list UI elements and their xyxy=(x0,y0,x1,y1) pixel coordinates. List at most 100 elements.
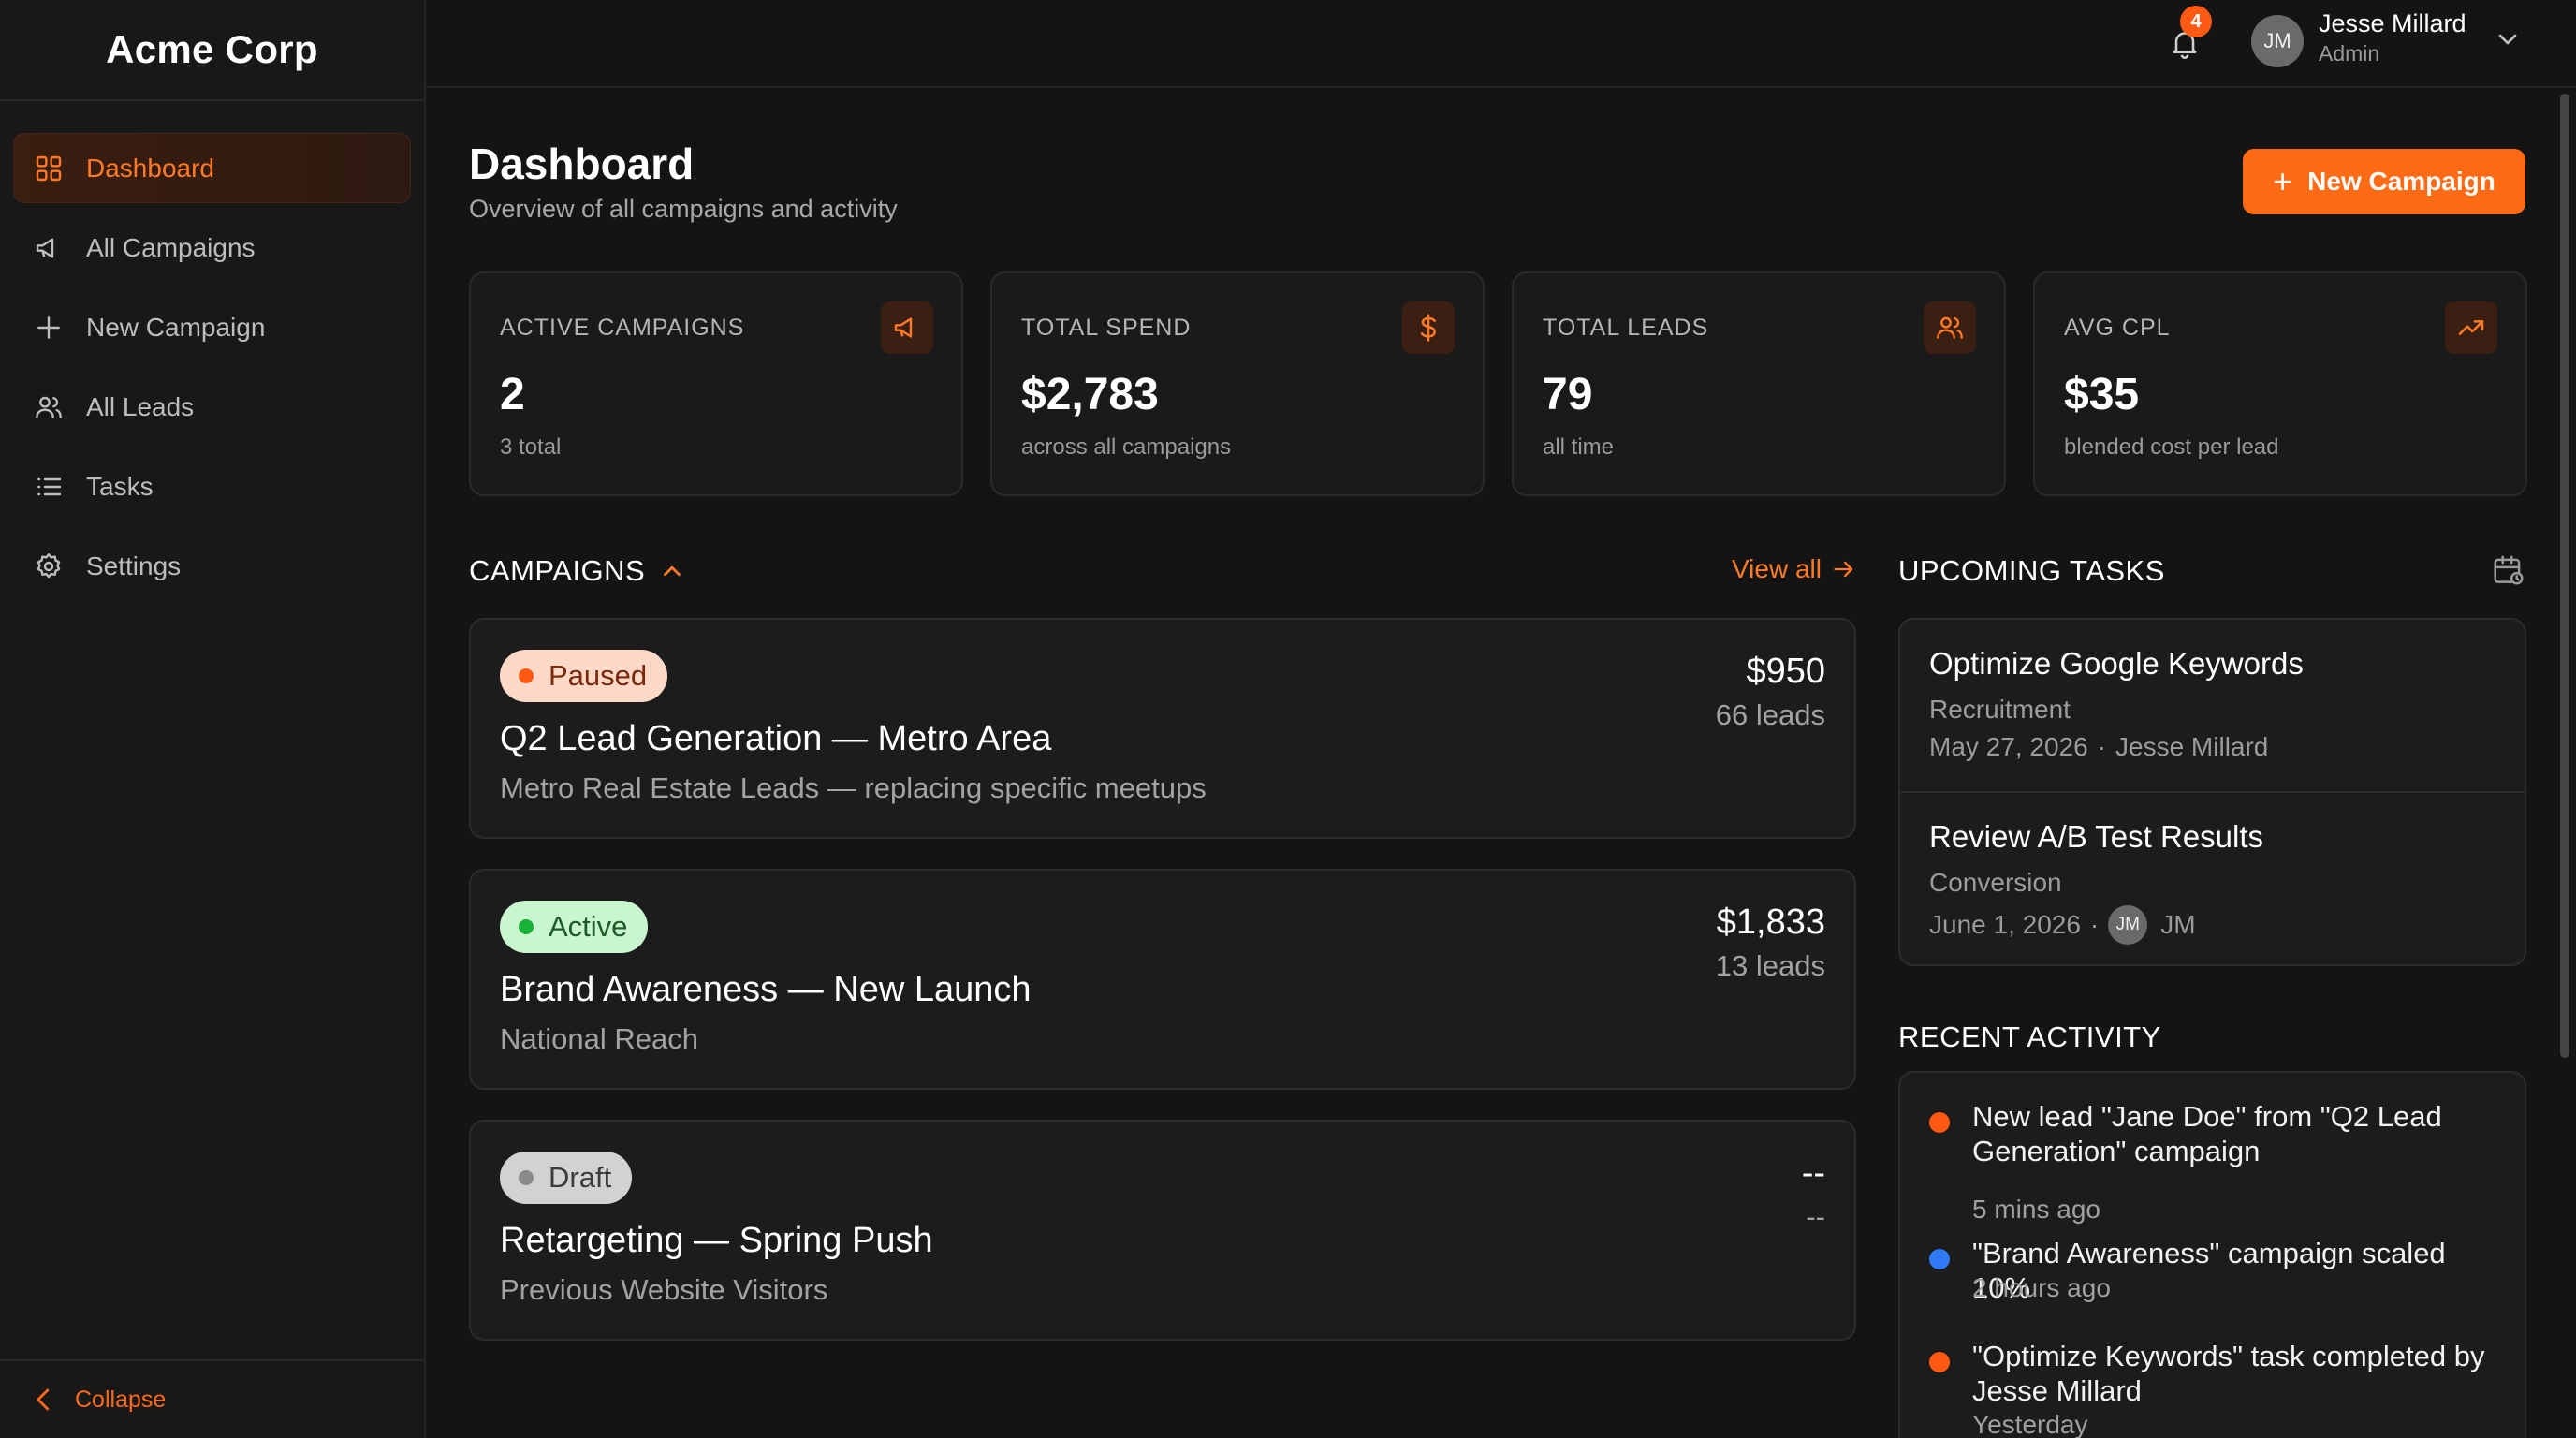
arrow-right-icon xyxy=(1834,561,1853,578)
collapse-button[interactable]: Collapse xyxy=(0,1359,424,1438)
stat-card-avg-cpl: AVG CPL $35 blended cost per lead xyxy=(2033,271,2527,496)
campaign-leads: -- xyxy=(1806,1200,1825,1233)
plus-icon xyxy=(32,311,66,345)
campaign-title: Retargeting — Spring Push xyxy=(500,1221,933,1260)
status-dot xyxy=(519,1170,534,1185)
campaign-description: Metro Real Estate Leads — replacing spec… xyxy=(500,771,1207,804)
user-name[interactable]: Jesse Millard xyxy=(2319,9,2466,38)
stat-label: ACTIVE CAMPAIGNS xyxy=(500,315,745,341)
task-separator: · xyxy=(2089,910,2100,939)
sidebar-item-settings[interactable]: Settings xyxy=(13,531,411,601)
activity-heading: RECENT ACTIVITY xyxy=(1898,1020,2161,1053)
activity-time: 2 hours ago xyxy=(1972,1273,2111,1302)
avatar[interactable]: JM xyxy=(2251,15,2304,67)
status-badge: Paused xyxy=(500,650,668,702)
sidebar-nav: Dashboard All Campaigns New Campaign All… xyxy=(0,101,424,601)
campaign-title: Brand Awareness — New Launch xyxy=(500,970,1032,1009)
dollar-icon xyxy=(1402,301,1455,354)
brand-logo[interactable]: Acme Corp xyxy=(0,0,424,101)
stat-label: TOTAL SPEND xyxy=(1021,315,1192,341)
campaigns-heading-label: CAMPAIGNS xyxy=(469,554,646,587)
stat-sub: 3 total xyxy=(500,434,562,460)
task-date: June 1, 2026 xyxy=(1929,910,2081,939)
megaphone-icon xyxy=(881,301,933,354)
new-campaign-label: New Campaign xyxy=(2307,167,2496,196)
sidebar-item-tasks[interactable]: Tasks xyxy=(13,451,411,521)
sidebar-item-dashboard[interactable]: Dashboard xyxy=(13,133,411,203)
tasks-card: Optimize Google Keywords Recruitment May… xyxy=(1898,618,2526,966)
campaign-spend: $1,833 xyxy=(1716,902,1825,942)
scrollbar[interactable] xyxy=(2560,94,2569,1058)
stat-value: $2,783 xyxy=(1021,370,1159,419)
main-content: Dashboard Overview of all campaigns and … xyxy=(426,88,2576,1438)
status-dot xyxy=(519,919,534,934)
stat-label: AVG CPL xyxy=(2064,315,2171,341)
campaign-description: Previous Website Visitors xyxy=(500,1273,828,1306)
status-label: Paused xyxy=(549,659,648,692)
campaign-title: Q2 Lead Generation — Metro Area xyxy=(500,719,1052,758)
task-assignee: Jesse Millard xyxy=(2115,732,2269,761)
activity-dot xyxy=(1929,1249,1950,1269)
plus-icon: + xyxy=(2273,162,2293,200)
activity-text: "Optimize Keywords" task completed by Je… xyxy=(1972,1340,2485,1407)
chevron-down-icon[interactable] xyxy=(2493,24,2523,54)
activity-dot xyxy=(1929,1112,1950,1133)
calendar-icon[interactable] xyxy=(2491,552,2526,588)
sidebar-item-label: All Leads xyxy=(86,391,195,421)
activity-dot xyxy=(1929,1352,1950,1372)
campaign-card[interactable]: Paused Q2 Lead Generation — Metro Area M… xyxy=(469,618,1856,839)
task-title: Optimize Google Keywords xyxy=(1929,646,2304,681)
campaign-description: National Reach xyxy=(500,1022,698,1055)
task-item[interactable]: Review A/B Test Results Conversion June … xyxy=(1900,791,2525,962)
collapse-label: Collapse xyxy=(75,1386,167,1413)
campaign-card[interactable]: Draft Retargeting — Spring Push Previous… xyxy=(469,1120,1856,1341)
sidebar-item-label: Settings xyxy=(86,550,182,580)
task-title: Review A/B Test Results xyxy=(1929,819,2264,854)
stat-label: TOTAL LEADS xyxy=(1543,315,1709,341)
task-item[interactable]: Optimize Google Keywords Recruitment May… xyxy=(1900,620,2525,791)
sidebar-item-label: Tasks xyxy=(86,471,154,501)
list-icon xyxy=(32,470,66,504)
activity-card: New lead "Jane Doe" from "Q2 Lead Genera… xyxy=(1898,1071,2526,1438)
task-meta: June 1, 2026 · JM JM xyxy=(1929,905,2196,945)
stat-card-active-campaigns: ACTIVE CAMPAIGNS 2 3 total xyxy=(469,271,963,496)
stat-sub: all time xyxy=(1543,434,1615,460)
status-badge: Active xyxy=(500,901,649,953)
sidebar-item-all-campaigns[interactable]: All Campaigns xyxy=(13,213,411,283)
stat-value: $35 xyxy=(2064,370,2140,419)
users-icon xyxy=(1924,301,1976,354)
new-campaign-button[interactable]: + New Campaign xyxy=(2243,149,2525,214)
status-badge: Draft xyxy=(500,1152,633,1204)
campaign-spend: $950 xyxy=(1746,652,1825,691)
campaign-spend: -- xyxy=(1801,1153,1825,1193)
users-icon xyxy=(32,390,66,424)
tasks-heading: UPCOMING TASKS xyxy=(1898,554,2165,587)
task-assignee: JM xyxy=(2160,910,2196,939)
task-category: Conversion xyxy=(1929,868,2062,897)
stat-sub: blended cost per lead xyxy=(2064,434,2279,460)
stat-value: 2 xyxy=(500,370,525,419)
campaign-card[interactable]: Active Brand Awareness — New Launch Nati… xyxy=(469,869,1856,1090)
task-date: May 27, 2026 xyxy=(1929,732,2088,761)
campaigns-heading[interactable]: CAMPAIGNS xyxy=(469,554,686,588)
view-all-link[interactable]: View all xyxy=(1732,554,1857,584)
grid-icon xyxy=(32,152,66,185)
view-all-label: View all xyxy=(1732,554,1822,583)
sidebar-item-label: All Campaigns xyxy=(86,232,256,262)
activity-time: Yesterday xyxy=(1972,1410,2088,1438)
chevron-left-icon xyxy=(37,1388,50,1411)
gear-icon xyxy=(32,550,66,583)
megaphone-icon xyxy=(32,231,66,265)
stat-sub: across all campaigns xyxy=(1021,434,1232,460)
sidebar-item-new-campaign[interactable]: New Campaign xyxy=(13,292,411,362)
status-label: Draft xyxy=(549,1161,612,1194)
task-meta: May 27, 2026 · Jesse Millard xyxy=(1929,732,2268,762)
page-subtitle: Overview of all campaigns and activity xyxy=(469,195,898,223)
activity-time: 5 mins ago xyxy=(1972,1195,2100,1224)
stat-card-total-leads: TOTAL LEADS 79 all time xyxy=(1512,271,2006,496)
app-root: Acme Corp Dashboard All Campaigns New Ca… xyxy=(0,0,2576,1438)
sidebar-item-all-leads[interactable]: All Leads xyxy=(13,372,411,442)
stat-card-total-spend: TOTAL SPEND $2,783 across all campaigns xyxy=(990,271,1485,496)
task-separator: · xyxy=(2097,732,2106,761)
chevron-up-icon xyxy=(664,565,681,577)
